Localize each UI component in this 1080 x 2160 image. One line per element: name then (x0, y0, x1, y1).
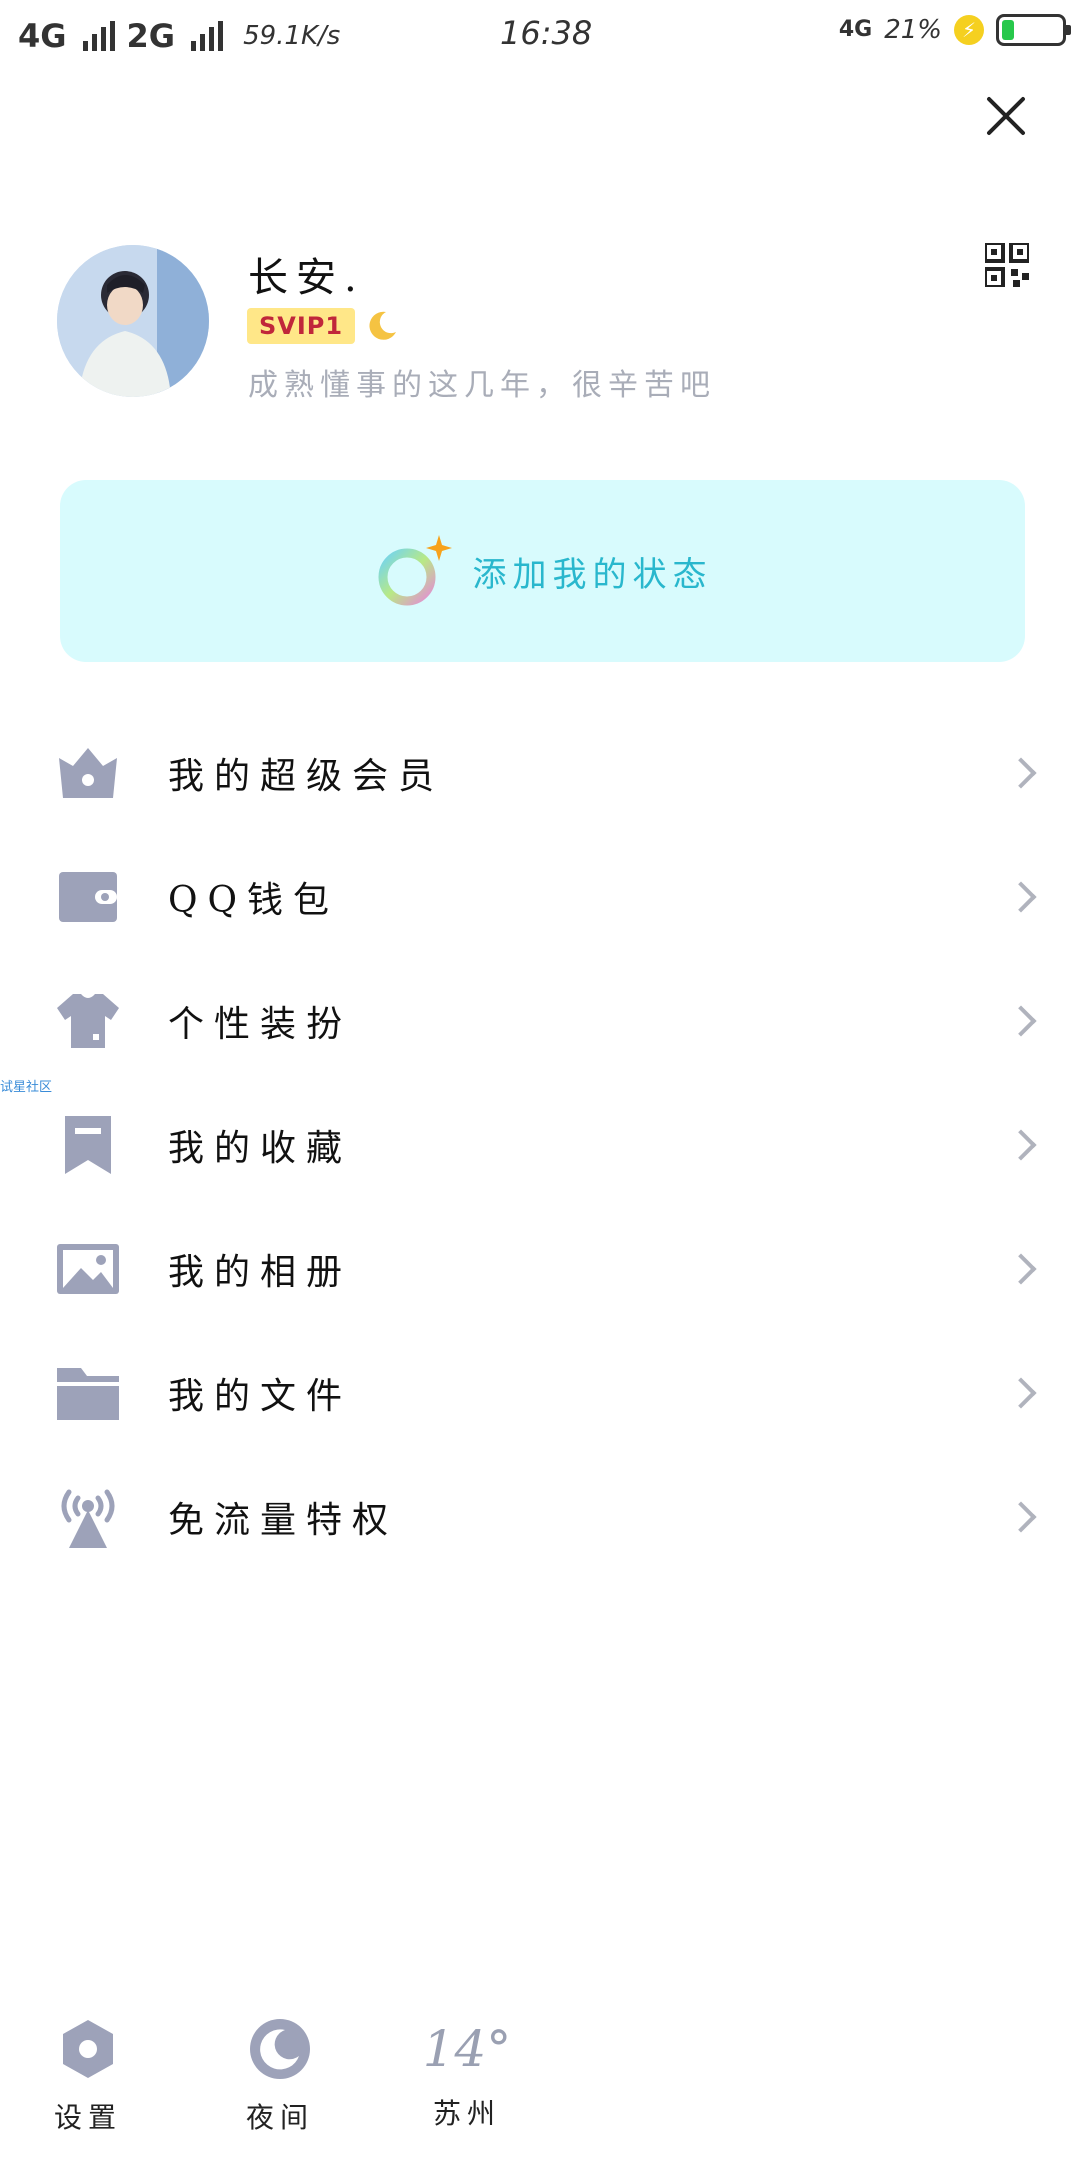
signal-icon-2 (191, 21, 224, 51)
folder-icon (57, 1368, 119, 1420)
signature[interactable]: 成熟懂事的这几年，很辛苦吧 (248, 360, 716, 404)
chevron-right-icon (1005, 1005, 1037, 1037)
network-speed: 59.1K/s (243, 21, 341, 51)
settings-icon (63, 2020, 113, 2078)
svip-badge[interactable]: SVIP1 (247, 308, 356, 344)
menu-label: 我的文件 (168, 1376, 353, 1417)
clock: 16:38 (500, 14, 593, 52)
add-status-card[interactable]: 添加我的状态 (60, 480, 1025, 662)
status-left: 4G 2G 59.1K/s (18, 17, 340, 55)
battery-icon (996, 14, 1071, 46)
shirt-icon (57, 994, 119, 1048)
chevron-right-icon (1005, 1253, 1037, 1285)
chevron-right-icon (1005, 881, 1037, 913)
network-type-1: 4G (18, 17, 67, 55)
menu-item-files[interactable]: 我的文件 (0, 1338, 1080, 1448)
qr-code-icon[interactable] (985, 243, 1029, 287)
status-right: 4G 21% ⚡ (838, 14, 1071, 46)
chevron-right-icon (1005, 1377, 1037, 1409)
nickname[interactable]: 长安. (248, 245, 365, 303)
bookmark-icon (65, 1116, 111, 1174)
menu-label: 个性装扮 (168, 1004, 353, 1045)
battery-percent: 21% (884, 15, 942, 45)
antenna-icon (61, 1489, 115, 1548)
avatar[interactable] (57, 245, 209, 397)
menu-item-personalize[interactable]: 个性装扮 (0, 966, 1080, 1076)
menu-item-free-data[interactable]: 免流量特权 (0, 1462, 1080, 1572)
side-tag[interactable]: 试星社区 (0, 1076, 52, 1095)
weather-temperature: 14° (422, 2020, 512, 2078)
close-icon[interactable] (980, 90, 1032, 142)
menu-item-favorites[interactable]: 我的收藏 (0, 1090, 1080, 1200)
data-indicator: 4G (838, 17, 873, 42)
wallet-icon (59, 872, 117, 922)
weather-city: 苏州 (432, 2097, 501, 2130)
network-type-2: 2G (126, 17, 176, 55)
add-status-label: 添加我的状态 (472, 554, 713, 595)
charging-icon: ⚡ (954, 15, 984, 45)
chevron-right-icon (1005, 757, 1037, 789)
chevron-right-icon (1005, 1129, 1037, 1161)
menu-item-super-vip[interactable]: 我的超级会员 (0, 718, 1080, 828)
menu-label: QQ钱包 (168, 880, 340, 921)
settings-label: 设置 (53, 2101, 122, 2134)
status-bar: 4G 2G 59.1K/s 16:38 4G 21% ⚡ (0, 0, 1080, 72)
chevron-right-icon (1005, 1501, 1037, 1533)
photo-icon (57, 1244, 119, 1294)
moon-badge-icon[interactable] (364, 308, 400, 344)
night-mode-button[interactable]: 夜间 (225, 2018, 335, 2136)
status-ring-icon (378, 535, 452, 606)
menu-label: 我的超级会员 (168, 756, 445, 797)
signal-icon-1 (82, 21, 115, 51)
night-mode-label: 夜间 (245, 2101, 314, 2134)
settings-button[interactable]: 设置 (33, 2018, 143, 2136)
night-mode-icon (250, 2019, 310, 2079)
menu-label: 免流量特权 (168, 1500, 399, 1541)
crown-icon (59, 748, 117, 798)
menu-label: 我的相册 (168, 1252, 353, 1293)
menu-label: 我的收藏 (168, 1128, 353, 1169)
weather-button[interactable]: 14° 苏州 (412, 2018, 522, 2132)
menu-item-wallet[interactable]: QQ钱包 (0, 842, 1080, 952)
menu-item-album[interactable]: 我的相册 (0, 1214, 1080, 1324)
